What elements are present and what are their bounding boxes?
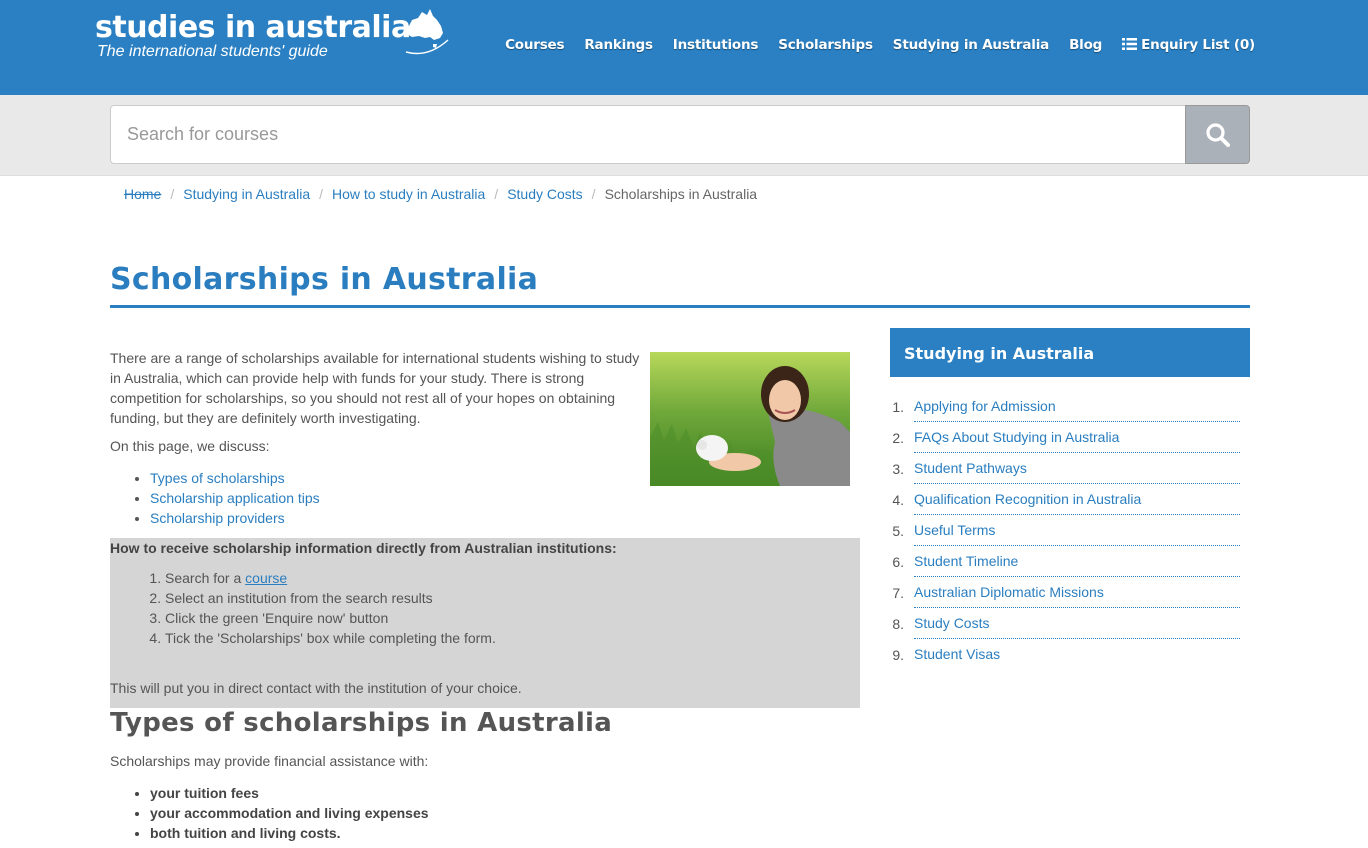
sidebar-link[interactable]: Study Costs	[914, 608, 1240, 639]
search-icon	[1205, 122, 1230, 147]
sidebar-item-recognition: 4. Qualification Recognition in Australia	[890, 484, 1250, 515]
toc-link-types[interactable]: Types of scholarships	[150, 470, 285, 486]
sidebar-link[interactable]: Useful Terms	[914, 515, 1240, 546]
nav-scholarships[interactable]: Scholarships	[778, 37, 873, 53]
student-photo	[650, 352, 850, 486]
breadcrumb-separator: /	[591, 186, 596, 202]
list-item: your accommodation and living expenses	[150, 803, 429, 823]
sidebar-item-applying: 1. Applying for Admission	[890, 391, 1250, 422]
logo-title: studies in australia	[95, 10, 411, 45]
sidebar-item-faqs: 2. FAQs About Studying in Australia	[890, 422, 1250, 453]
sidebar-link[interactable]: Student Visas	[914, 639, 1240, 670]
toc-link-tips[interactable]: Scholarship application tips	[150, 490, 320, 506]
sidebar-link[interactable]: Student Pathways	[914, 453, 1240, 484]
info-box-footer: This will put you in direct contact with…	[110, 680, 522, 696]
info-box-heading: How to receive scholarship information d…	[110, 540, 617, 556]
info-steps: Search for a course Select an institutio…	[165, 568, 496, 648]
step-item: Search for a course	[165, 568, 496, 588]
logo-subtitle: The international students' guide	[97, 43, 328, 60]
list-icon	[1122, 38, 1138, 50]
sidebar-link[interactable]: Australian Diplomatic Missions	[914, 577, 1240, 608]
sidebar-item-costs: 8. Study Costs	[890, 608, 1250, 639]
title-divider	[110, 305, 1250, 308]
step-item: Select an institution from the search re…	[165, 588, 496, 608]
step-item: Click the green 'Enquire now' button	[165, 608, 496, 628]
step-item: Tick the 'Scholarships' box while comple…	[165, 628, 496, 648]
discuss-label: On this page, we discuss:	[110, 438, 270, 454]
sidebar-link[interactable]: FAQs About Studying in Australia	[914, 422, 1240, 453]
scholarship-info-box: How to receive scholarship information d…	[110, 538, 860, 708]
sidebar-link[interactable]: Student Timeline	[914, 546, 1240, 577]
types-intro: Scholarships may provide financial assis…	[110, 753, 429, 769]
breadcrumb: Home / Studying in Australia / How to st…	[124, 186, 757, 202]
page-toc: Types of scholarships Scholarship applic…	[150, 468, 320, 528]
sidebar-item-terms: 5. Useful Terms	[890, 515, 1250, 546]
sidebar-item-timeline: 6. Student Timeline	[890, 546, 1250, 577]
sidebar-item-number: 3.	[892, 460, 904, 477]
sidebar-item-number: 1.	[892, 398, 904, 415]
sidebar-item-number: 5.	[892, 522, 904, 539]
site-header: studies in australia The international s…	[0, 0, 1368, 95]
sidebar-item-number: 7.	[892, 584, 904, 601]
toc-item: Types of scholarships	[150, 468, 320, 488]
breadcrumb-home[interactable]: Home	[124, 186, 161, 202]
assistance-list: your tuition fees your accommodation and…	[150, 783, 429, 843]
page-title: Scholarships in Australia	[110, 262, 539, 297]
sidebar-title: Studying in Australia	[890, 328, 1250, 377]
breadcrumb-current: Scholarships in Australia	[604, 186, 758, 202]
nav-enquiry-list[interactable]: Enquiry List (0)	[1122, 37, 1255, 53]
breadcrumb-study-costs[interactable]: Study Costs	[507, 186, 582, 202]
list-item: both tuition and living costs.	[150, 823, 429, 843]
sidebar-item-number: 2.	[892, 429, 904, 446]
nav-courses[interactable]: Courses	[505, 37, 564, 53]
intro-paragraph: There are a range of scholarships availa…	[110, 350, 640, 426]
sidebar-item-number: 4.	[892, 491, 904, 508]
main-nav: Courses Rankings Institutions Scholarshi…	[485, 37, 1255, 53]
nav-rankings[interactable]: Rankings	[584, 37, 653, 53]
toc-item: Scholarship providers	[150, 508, 320, 528]
course-link[interactable]: course	[245, 570, 287, 586]
course-search-input[interactable]	[110, 105, 1186, 164]
sidebar-item-pathways: 3. Student Pathways	[890, 453, 1250, 484]
site-logo[interactable]: studies in australia The international s…	[95, 9, 455, 70]
search-bar	[0, 95, 1368, 176]
enquiry-list-label: Enquiry List (0)	[1141, 37, 1255, 53]
sidebar-item-visas: 9. Student Visas	[890, 639, 1250, 670]
sidebar-item-number: 6.	[892, 553, 904, 570]
breadcrumb-separator: /	[170, 186, 175, 202]
search-button[interactable]	[1185, 105, 1250, 164]
sidebar: Studying in Australia 1. Applying for Adm…	[890, 328, 1250, 670]
toc-link-providers[interactable]: Scholarship providers	[150, 510, 285, 526]
sidebar-link[interactable]: Qualification Recognition in Australia	[914, 484, 1240, 515]
toc-item: Scholarship application tips	[150, 488, 320, 508]
sidebar-list: 1. Applying for Admission 2. FAQs About St…	[890, 391, 1250, 670]
types-section-title: Types of scholarships in Australia	[110, 708, 613, 738]
australia-map-icon	[405, 9, 449, 55]
list-item: your tuition fees	[150, 783, 429, 803]
sidebar-item-missions: 7. Australian Diplomatic Missions	[890, 577, 1250, 608]
step1-text: Search for a	[165, 570, 246, 586]
sidebar-link[interactable]: Applying for Admission	[914, 391, 1240, 422]
breadcrumb-separator: /	[319, 186, 323, 202]
breadcrumb-studying-in-australia[interactable]: Studying in Australia	[183, 186, 310, 202]
nav-blog[interactable]: Blog	[1069, 37, 1102, 53]
nav-studying-in-australia[interactable]: Studying in Australia	[893, 37, 1049, 53]
breadcrumb-how-to-study[interactable]: How to study in Australia	[332, 186, 485, 202]
sidebar-item-number: 8.	[892, 615, 904, 632]
nav-institutions[interactable]: Institutions	[673, 37, 759, 53]
sidebar-item-number: 9.	[892, 646, 904, 663]
breadcrumb-separator: /	[494, 186, 499, 202]
